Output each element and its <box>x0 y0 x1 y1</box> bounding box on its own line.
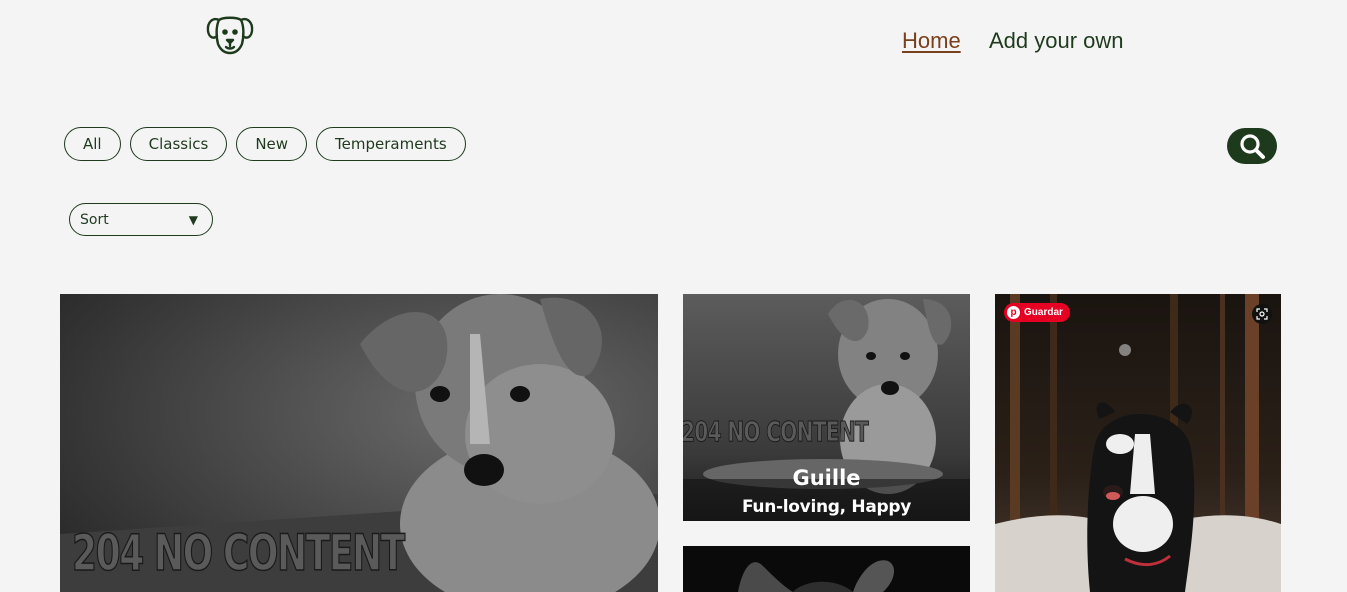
dog-face-icon[interactable] <box>205 14 255 56</box>
dog-card[interactable]: 204 NO CONTENT <box>60 294 658 592</box>
visual-search-icon[interactable] <box>1252 304 1272 324</box>
filter-classics-button[interactable]: Classics <box>129 127 228 161</box>
search-button[interactable] <box>1227 128 1277 164</box>
dog-name: Guille <box>792 466 861 490</box>
search-icon <box>1240 134 1265 159</box>
filter-all-button[interactable]: All <box>64 127 121 161</box>
pinterest-icon: p <box>1007 306 1020 319</box>
nav-home-link[interactable]: Home <box>902 28 961 54</box>
triangle-down-icon: ▼ <box>188 212 198 227</box>
nav-add-your-own-link[interactable]: Add your own <box>989 28 1124 54</box>
filter-bar: All Classics New Temperaments <box>64 127 466 161</box>
dog-photo <box>683 546 970 592</box>
dog-card[interactable]: p Guardar <box>995 294 1281 592</box>
overlay-error-text: 204 NO CONTENT <box>71 523 405 583</box>
dog-card[interactable] <box>683 546 970 592</box>
sort-label: Sort <box>80 211 109 228</box>
filter-new-button[interactable]: New <box>236 127 308 161</box>
overlay-error-text: 204 NO CONTENT <box>683 415 869 449</box>
pinterest-save-button[interactable]: p Guardar <box>1004 303 1070 322</box>
pinterest-save-label: Guardar <box>1024 307 1063 318</box>
filter-temperaments-button[interactable]: Temperaments <box>316 127 466 161</box>
sort-select[interactable]: Sort ▼ <box>69 203 213 236</box>
border-collie-photo <box>995 294 1281 592</box>
dog-card[interactable]: 204 NO CONTENT Guille Fun-loving, Happy <box>683 294 970 521</box>
dog-temperaments: Fun-loving, Happy <box>741 497 912 517</box>
